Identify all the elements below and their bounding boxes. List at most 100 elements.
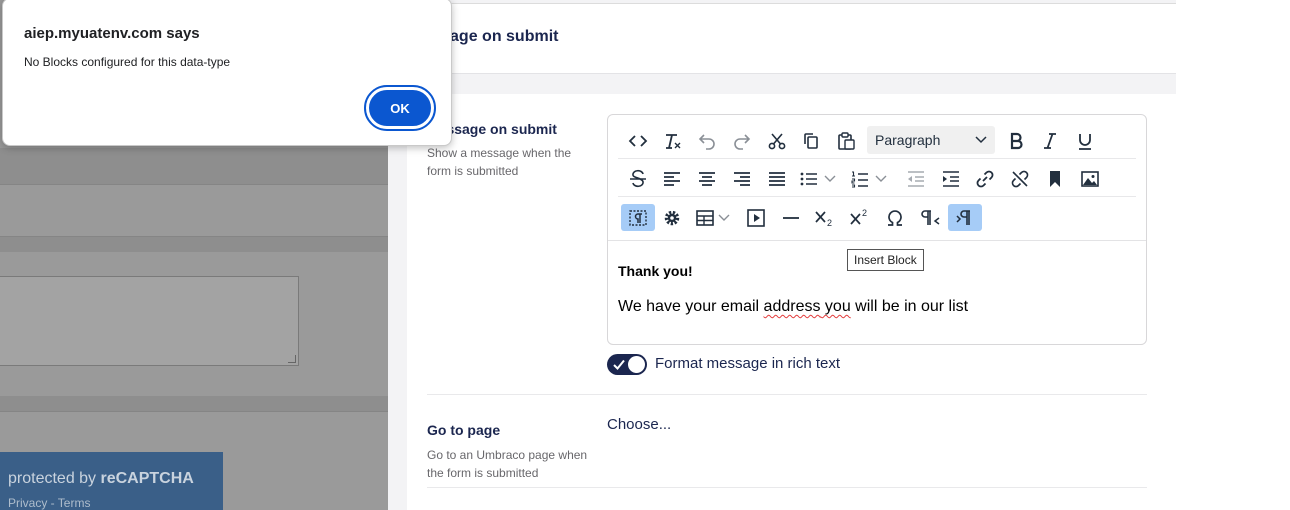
paste-button[interactable] (834, 127, 858, 154)
insert-block-icon (629, 209, 647, 226)
content-text: will be in our list (850, 298, 969, 315)
content-text: We have your email (618, 298, 764, 315)
strikethrough-button[interactable] (626, 165, 650, 192)
block-format-select[interactable]: Paragraph (867, 126, 995, 154)
justify-button[interactable] (765, 165, 789, 192)
bold-icon (1010, 132, 1023, 149)
rtl-direction-button[interactable] (918, 204, 942, 231)
horizontal-rule-button[interactable] (779, 204, 803, 231)
block-format-value: Paragraph (875, 132, 941, 148)
undo-icon (698, 133, 715, 150)
media-play-icon (747, 208, 765, 227)
image-icon (1081, 170, 1099, 187)
goto-prop-label: Go to page (427, 422, 501, 438)
copy-button[interactable] (799, 127, 823, 154)
svg-text:2: 2 (827, 218, 832, 228)
clear-format-icon (666, 133, 681, 149)
toolbar-row: Paragraph (618, 121, 1136, 159)
insert-image-button[interactable] (1078, 165, 1102, 192)
justify-icon (769, 171, 785, 186)
numbered-list-button[interactable] (850, 165, 892, 192)
indent-button[interactable] (939, 165, 963, 192)
italic-icon (1044, 132, 1056, 149)
strikethrough-icon (630, 169, 646, 187)
numbered-list-icon (851, 170, 868, 188)
workspace-panel: Message on submit Message on submit Show… (388, 0, 1176, 510)
background-strip (0, 148, 388, 184)
superscript-button[interactable]: 2 (848, 204, 872, 231)
recaptcha-badge[interactable]: protected by reCAPTCHA Privacy - Terms (0, 452, 223, 510)
spellcheck-word: address (763, 298, 821, 315)
subscript-icon: 2 (815, 210, 832, 228)
special-character-button[interactable] (883, 204, 907, 231)
subscript-button[interactable]: 2 (813, 204, 837, 231)
redo-icon (734, 133, 751, 150)
cut-button[interactable] (765, 127, 789, 154)
toolbar-row: 2 2 (618, 198, 1136, 236)
scissors-icon (768, 132, 786, 149)
resize-handle-icon (288, 355, 296, 363)
bullet-list-button[interactable] (799, 165, 841, 192)
align-left-button[interactable] (660, 165, 684, 192)
goto-prop-description: Go to an Umbraco page when the form is s… (427, 448, 588, 480)
ok-button[interactable]: OK (364, 85, 436, 131)
source-code-button[interactable] (626, 127, 650, 154)
align-right-icon (734, 171, 750, 186)
recaptcha-links[interactable]: Privacy - Terms (8, 496, 90, 510)
settings-card: Message on submit Show a message when th… (407, 94, 1176, 510)
anchor-button[interactable] (1043, 165, 1067, 192)
rich-text-editor: Paragraph 2 2 Thank you! We have your em… (607, 114, 1147, 345)
underline-button[interactable] (1073, 127, 1097, 154)
background-textarea (0, 276, 299, 366)
show-blocks-button[interactable] (948, 204, 982, 231)
check-icon (613, 359, 625, 370)
align-left-icon (664, 171, 680, 186)
settings-button[interactable] (660, 204, 684, 231)
omega-icon (888, 209, 902, 226)
chevron-down-icon (875, 175, 887, 182)
bullet-list-icon (800, 172, 817, 185)
message-prop-description: Show a message when the form is submitte… (427, 146, 572, 178)
property-divider (427, 487, 1147, 488)
clear-formatting-button[interactable] (660, 127, 684, 154)
property-divider (427, 394, 1147, 395)
paragraph-rtl-icon (921, 209, 940, 225)
unlink-icon (1011, 170, 1029, 187)
table-button[interactable] (695, 204, 735, 231)
unlink-button[interactable] (1008, 165, 1032, 192)
align-right-button[interactable] (730, 165, 754, 192)
align-center-button[interactable] (695, 165, 719, 192)
align-center-icon (699, 171, 715, 186)
bold-button[interactable] (1004, 127, 1028, 154)
redo-button[interactable] (730, 127, 754, 154)
insert-link-button[interactable] (973, 165, 997, 192)
rich-text-toggle[interactable] (607, 354, 647, 375)
horizontal-line-icon (783, 216, 799, 219)
clipboard-icon (838, 131, 855, 150)
toolbar-bottom-border (608, 240, 1146, 241)
screen: protected by reCAPTCHA Privacy - Terms M… (0, 0, 1290, 510)
italic-button[interactable] (1038, 127, 1062, 154)
chevron-down-icon (824, 175, 836, 182)
copy-icon (804, 132, 818, 149)
insert-block-tooltip: Insert Block (847, 249, 924, 271)
insert-media-button[interactable] (744, 204, 768, 231)
spellcheck-word: you (820, 298, 851, 315)
svg-text:2: 2 (862, 208, 867, 218)
undo-button[interactable] (695, 127, 719, 154)
background-strip (0, 396, 388, 411)
gear-icon (664, 210, 680, 225)
recaptcha-text: protected by reCAPTCHA (8, 470, 194, 487)
alert-dialog: aiep.myuatenv.com says No Blocks configu… (2, 0, 452, 146)
outdent-button[interactable] (904, 165, 928, 192)
chevron-down-icon (975, 136, 987, 144)
background-divider (0, 411, 388, 412)
insert-block-button[interactable] (621, 204, 655, 231)
superscript-icon: 2 (850, 208, 867, 225)
background-divider (0, 184, 388, 185)
choose-page-button[interactable]: Choose... (607, 416, 671, 433)
chevron-down-icon (718, 214, 730, 221)
dialog-message: No Blocks configured for this data-type (24, 55, 231, 69)
outdent-icon (908, 170, 924, 187)
rich-text-toggle-label[interactable]: Format message in rich text (655, 355, 840, 372)
